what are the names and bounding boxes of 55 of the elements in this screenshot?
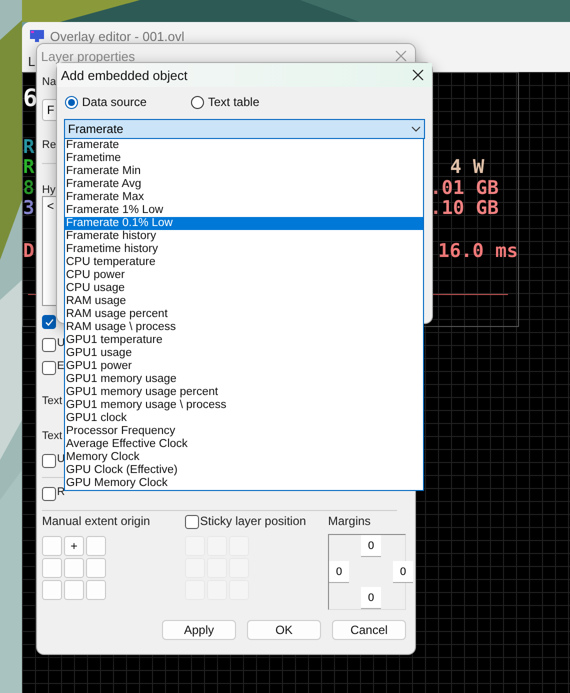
field-label: Text	[42, 395, 62, 409]
margin-field[interactable]: 0	[393, 561, 413, 583]
margin-field[interactable]: 0	[329, 561, 349, 583]
dropdown-option[interactable]: Framerate 0.1% Low	[65, 217, 423, 230]
checkbox-label: U	[57, 453, 65, 467]
origin-cell[interactable]: +	[64, 536, 84, 556]
radio-option[interactable]: Data source	[65, 95, 191, 109]
overlay-text: 16.0 ms	[438, 242, 518, 261]
dialog-button[interactable]: Apply	[162, 620, 236, 640]
close-icon[interactable]	[412, 69, 424, 81]
field-label: Na	[42, 76, 56, 90]
origin-cell[interactable]	[42, 580, 62, 600]
app-icon	[30, 30, 44, 42]
origin-cell[interactable]	[86, 580, 106, 600]
origin-cell[interactable]	[64, 558, 84, 578]
overlay-text: 3	[23, 199, 34, 218]
margin-field[interactable]: 0	[361, 587, 381, 609]
origin-cell[interactable]	[64, 580, 84, 600]
checkbox[interactable]	[185, 515, 199, 529]
checkbox[interactable]	[42, 454, 56, 468]
overlay-text: R	[23, 138, 34, 157]
overlay-text: D	[23, 242, 34, 261]
dialog-title: Add embedded object	[61, 68, 188, 82]
checkbox[interactable]	[42, 338, 56, 352]
origin-cell[interactable]	[42, 536, 62, 556]
section-label: Margins	[328, 514, 372, 530]
caret-icon	[411, 126, 421, 132]
margin-field[interactable]: 0	[361, 535, 381, 557]
field-label: Text	[42, 430, 62, 444]
overlay-text: 4 W	[450, 158, 484, 177]
overlay-text: .01 GB	[430, 179, 499, 198]
dialog-button[interactable]: Cancel	[332, 620, 406, 640]
field-label: Hy	[42, 184, 56, 198]
radio-option[interactable]: Text table	[191, 95, 317, 109]
checkbox[interactable]	[42, 487, 56, 501]
checkbox-label: E	[57, 360, 64, 374]
overlay-text: R	[23, 158, 34, 177]
checkbox-label: Sticky layer position	[200, 514, 306, 530]
section-label: Manual extent origin	[42, 514, 152, 530]
overlay-text: .10 GB	[430, 199, 499, 218]
origin-cell[interactable]	[42, 558, 62, 578]
field-label: Re	[42, 139, 56, 153]
window-title: Overlay editor - 001.ovl	[50, 28, 184, 44]
dialog-title: Layer properties	[41, 48, 135, 64]
origin-cell[interactable]	[86, 558, 106, 578]
dialog-button[interactable]: OK	[247, 620, 321, 640]
check-icon	[44, 318, 54, 326]
overlay-text: 6	[23, 86, 38, 110]
checkbox[interactable]	[42, 361, 56, 375]
checkbox-label: U	[57, 337, 65, 351]
overlay-text: 8	[23, 179, 34, 198]
origin-cell[interactable]	[86, 536, 106, 556]
menu-item[interactable]: L	[28, 54, 36, 68]
checkbox-label: R	[57, 486, 65, 500]
checkbox[interactable]	[42, 315, 56, 329]
